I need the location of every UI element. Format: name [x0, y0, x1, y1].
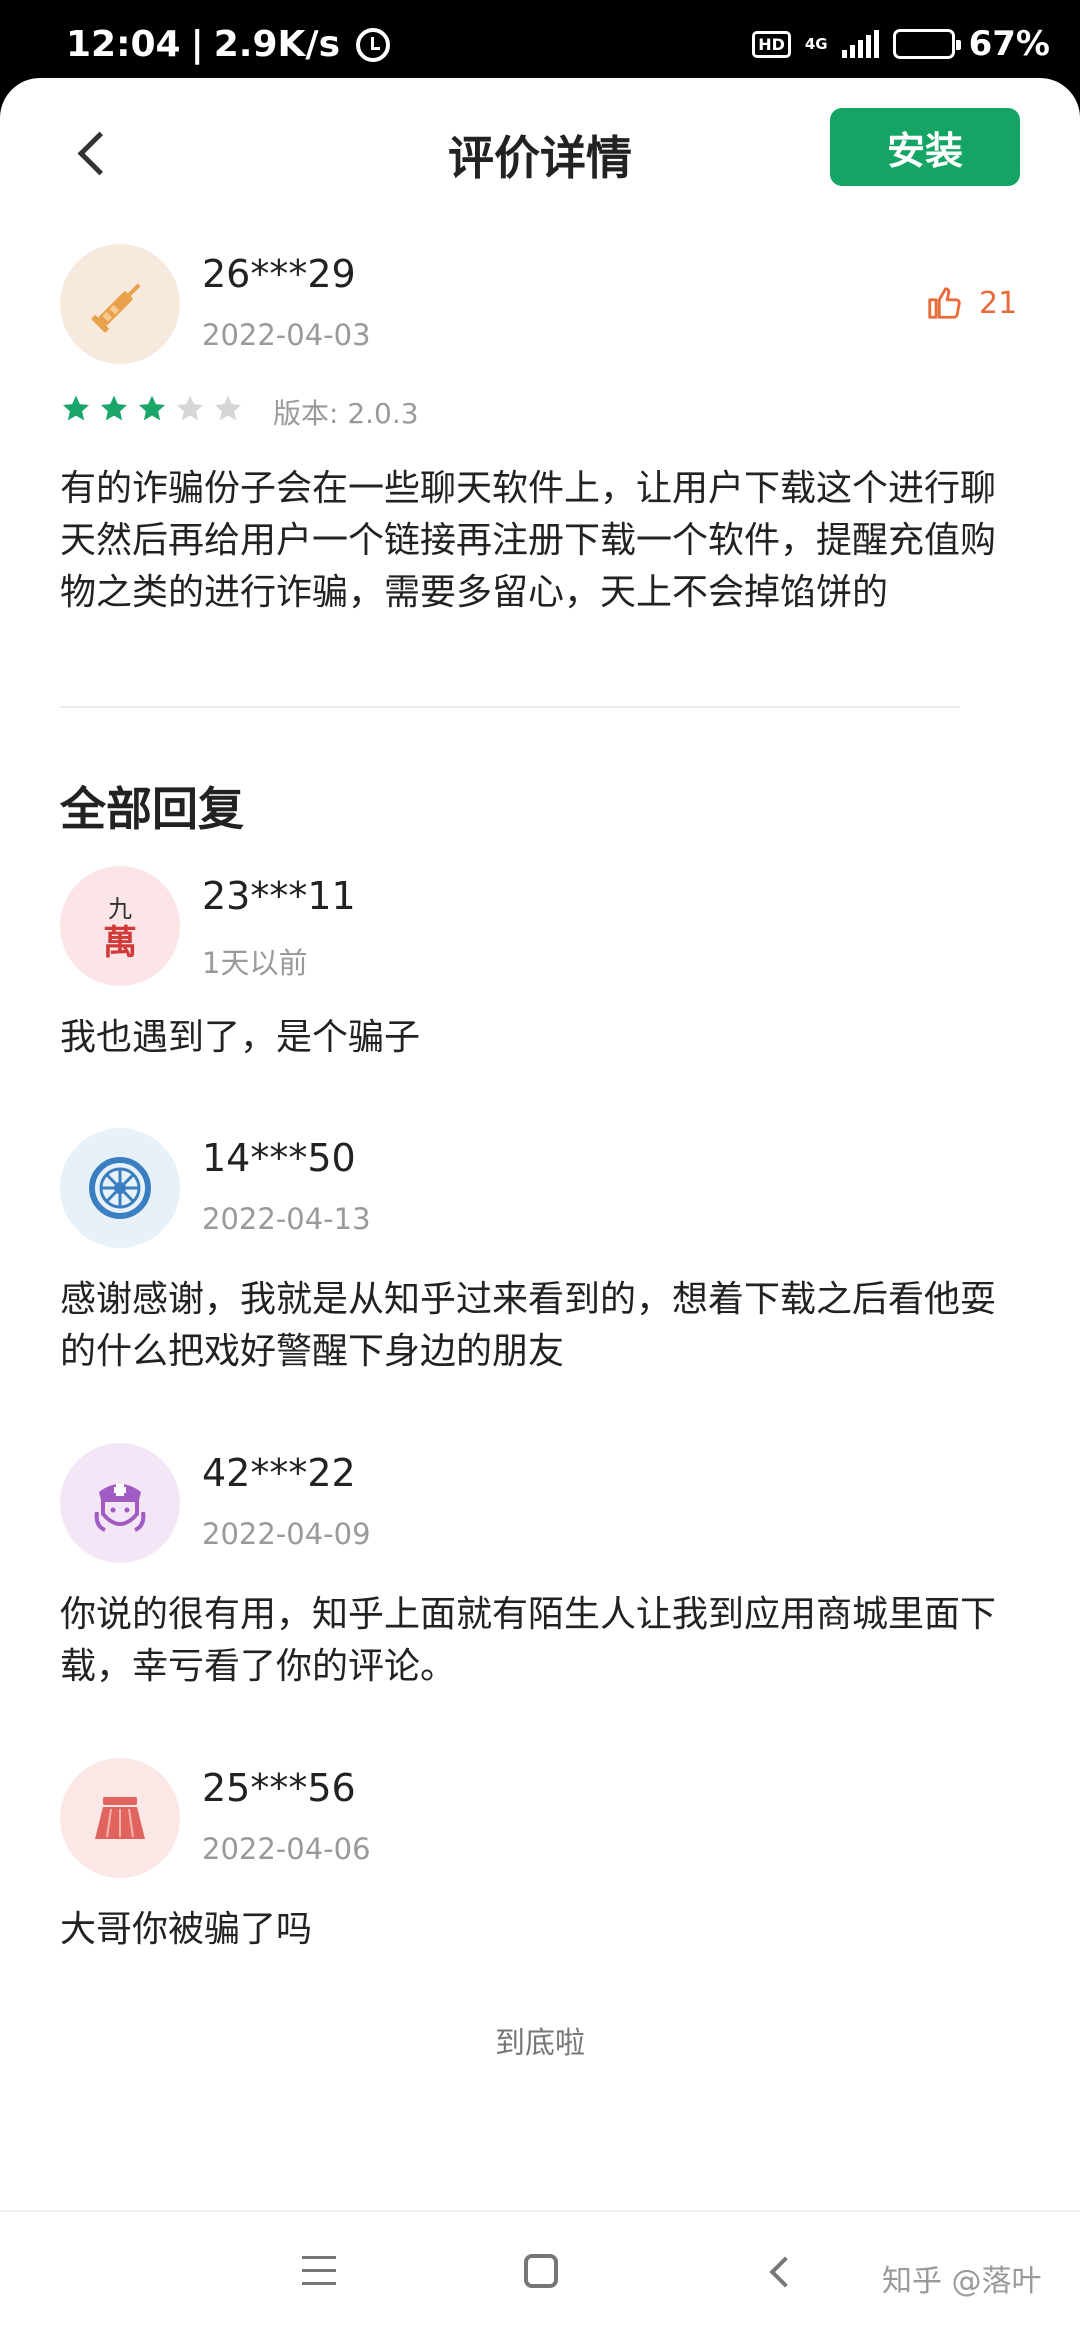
- divider: [60, 706, 960, 708]
- end-of-list-note: 到底啦: [495, 2026, 585, 2061]
- syringe-icon: [91, 283, 141, 333]
- thumbs-up-icon: [928, 287, 961, 319]
- star-empty-icon: [176, 395, 204, 421]
- home-icon[interactable]: [524, 2254, 558, 2288]
- reply-avatar[interactable]: [60, 1443, 180, 1563]
- navigation-bar: 知乎 @落叶: [0, 2210, 1080, 2340]
- reply-date: 1天以前: [202, 946, 308, 980]
- wheel-icon: [89, 1157, 151, 1219]
- reply-avatar[interactable]: [60, 1128, 180, 1248]
- reply-date: 2022-04-09: [202, 1517, 371, 1551]
- reply-user-name: 23***11: [202, 874, 356, 918]
- reply-text: 你说的很有用，知乎上面就有陌生人让我到应用商城里面下载，幸亏看了你的评论。: [60, 1594, 997, 1687]
- network-type: 4G: [804, 35, 828, 53]
- reply-text: 大哥你被骗了吗: [60, 1909, 313, 1950]
- battery-percent: 67%: [968, 24, 1050, 64]
- review-text: 有的诈骗份子会在一些聊天软件上，让用户下载这个进行聊天然后再给用户一个链接再注册…: [60, 468, 997, 613]
- review-date: 2022-04-03: [202, 318, 371, 352]
- mahjong-tile-icon: 九 萬: [103, 892, 137, 960]
- skirt-icon: [95, 1797, 145, 1839]
- status-separator: |: [190, 24, 204, 65]
- menu-icon[interactable]: [302, 2256, 336, 2286]
- alarm-icon: [356, 27, 390, 62]
- like-button[interactable]: 21: [925, 284, 1017, 322]
- reply-date: 2022-04-06: [202, 1832, 371, 1866]
- battery-icon: [892, 29, 961, 59]
- app-version: 版本: 2.0.3: [273, 397, 419, 430]
- like-count: 21: [979, 285, 1018, 321]
- install-button[interactable]: 安装: [830, 108, 1020, 186]
- reply-avatar[interactable]: 九 萬: [60, 866, 180, 986]
- reply-user-name: 25***56: [202, 1766, 356, 1810]
- reply-text: 我也遇到了，是个骗子: [60, 1017, 421, 1058]
- status-left: 12:04 | 2.9K/s: [66, 24, 390, 65]
- status-right: HD 4G 67%: [752, 24, 1050, 64]
- reply-user-name: 42***22: [202, 1451, 356, 1495]
- status-speed: 2.9K/s: [213, 24, 340, 65]
- reply-avatar[interactable]: [60, 1758, 180, 1878]
- app-screen: 评价详情 安装 26***29 2022-04-03 21 版本: 2.0.3 …: [0, 78, 1080, 2340]
- star-filled-icon: [100, 395, 128, 421]
- nurse-icon: [94, 1484, 146, 1532]
- status-time: 12:04: [66, 24, 181, 65]
- reply-text: 感谢感谢，我就是从知乎过来看到的，想着下载之后看他耍的什么把戏好警醒下身边的朋友: [60, 1279, 997, 1372]
- star-filled-icon: [138, 395, 166, 421]
- reply-date: 2022-04-13: [202, 1202, 371, 1236]
- status-bar: 12:04 | 2.9K/s HD 4G 67%: [0, 0, 1080, 90]
- nav-back-icon[interactable]: [764, 2256, 794, 2286]
- star-filled-icon: [62, 395, 90, 421]
- tile-glyph-top: 九: [108, 895, 132, 923]
- top-bar: 评价详情 安装: [0, 78, 1080, 228]
- reply-user-name: 14***50: [202, 1136, 356, 1180]
- rating-stars: [60, 393, 244, 425]
- tile-glyph-bottom: 萬: [103, 923, 137, 963]
- reviewer-name: 26***29: [202, 252, 356, 296]
- star-empty-icon: [214, 395, 242, 421]
- reviewer-avatar[interactable]: [60, 244, 180, 364]
- signal-icon: [841, 30, 879, 58]
- replies-heading: 全部回复: [60, 782, 244, 836]
- watermark: 知乎 @落叶: [882, 2264, 1042, 2299]
- hd-icon: HD: [752, 30, 791, 58]
